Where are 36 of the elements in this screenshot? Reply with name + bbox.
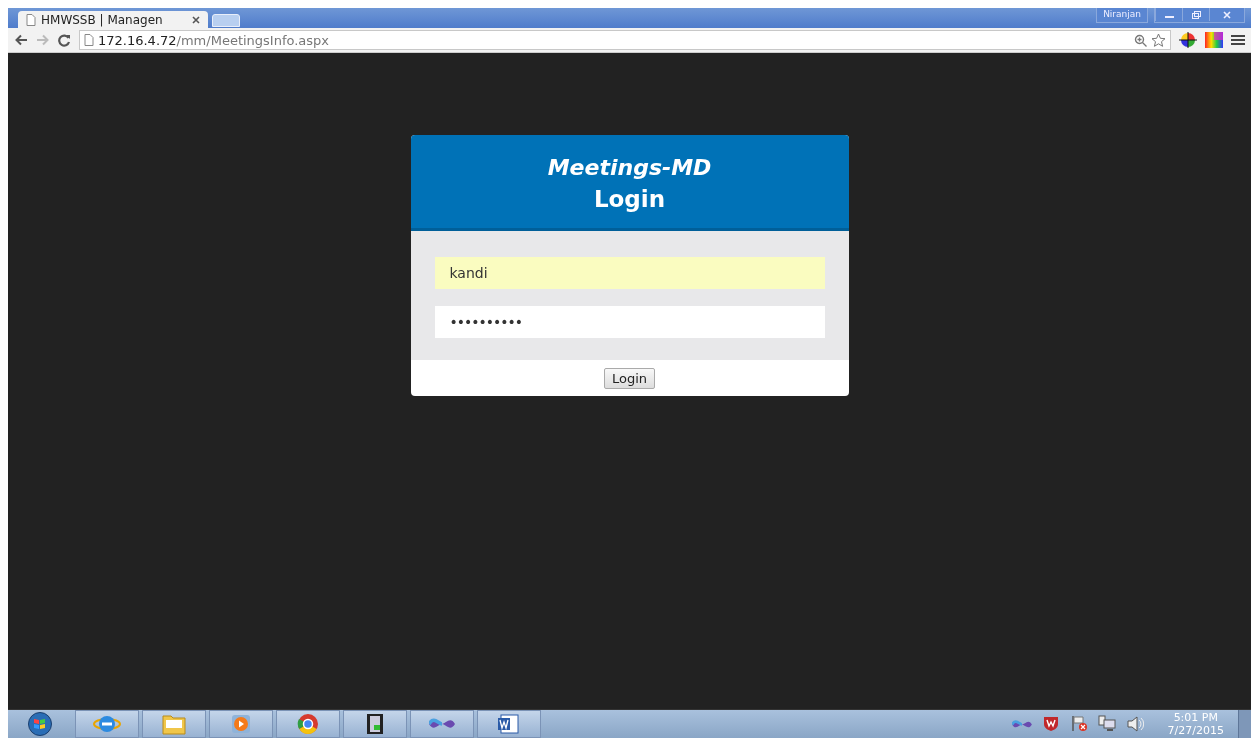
color-palette-icon[interactable] (1205, 32, 1223, 48)
network-icon[interactable] (1097, 715, 1116, 733)
url-text: 172.16.4.72/mm/MeetingsInfo.aspx (98, 32, 330, 48)
close-button[interactable] (1209, 8, 1244, 21)
browser-tab[interactable]: HMWSSB | Managen (18, 11, 208, 28)
zoom-icon[interactable] (1134, 33, 1147, 47)
flag-icon[interactable] (1069, 715, 1088, 733)
close-icon[interactable] (192, 15, 200, 24)
infinity-icon (429, 718, 455, 730)
login-title: Login (593, 186, 666, 212)
app-name: Meetings-MD (547, 155, 712, 180)
password-field[interactable]: •••••••••• (434, 306, 825, 338)
restore-button[interactable] (1182, 8, 1209, 21)
infinity-icon[interactable] (1011, 719, 1032, 729)
clock-date: 7/27/2015 (1167, 724, 1224, 737)
clock-time: 5:01 PM (1173, 711, 1218, 724)
star-icon[interactable] (1151, 33, 1166, 47)
page-icon (26, 13, 36, 26)
menu-icon[interactable] (1231, 34, 1245, 46)
shield-icon[interactable] (1041, 715, 1060, 733)
page-icon (84, 34, 94, 46)
speaker-icon[interactable] (1125, 715, 1144, 733)
color-wheel-icon[interactable] (1179, 32, 1197, 48)
tab-title: HMWSSB | Managen (41, 12, 164, 27)
username-field[interactable]: kandi (434, 257, 825, 289)
address-bar[interactable]: 172.16.4.72/mm/MeetingsInfo.aspx (79, 30, 1171, 50)
taskbar-button[interactable] (477, 710, 541, 738)
taskbar-button[interactable] (343, 710, 407, 738)
minimize-button[interactable] (1155, 8, 1182, 21)
start-orb-icon (26, 712, 54, 736)
close-icon (1223, 10, 1231, 19)
login-button[interactable]: Login (603, 368, 656, 389)
back-icon[interactable] (14, 34, 28, 46)
folder-icon (160, 712, 188, 736)
reload-icon[interactable] (58, 33, 71, 47)
restore-icon (1191, 10, 1201, 19)
